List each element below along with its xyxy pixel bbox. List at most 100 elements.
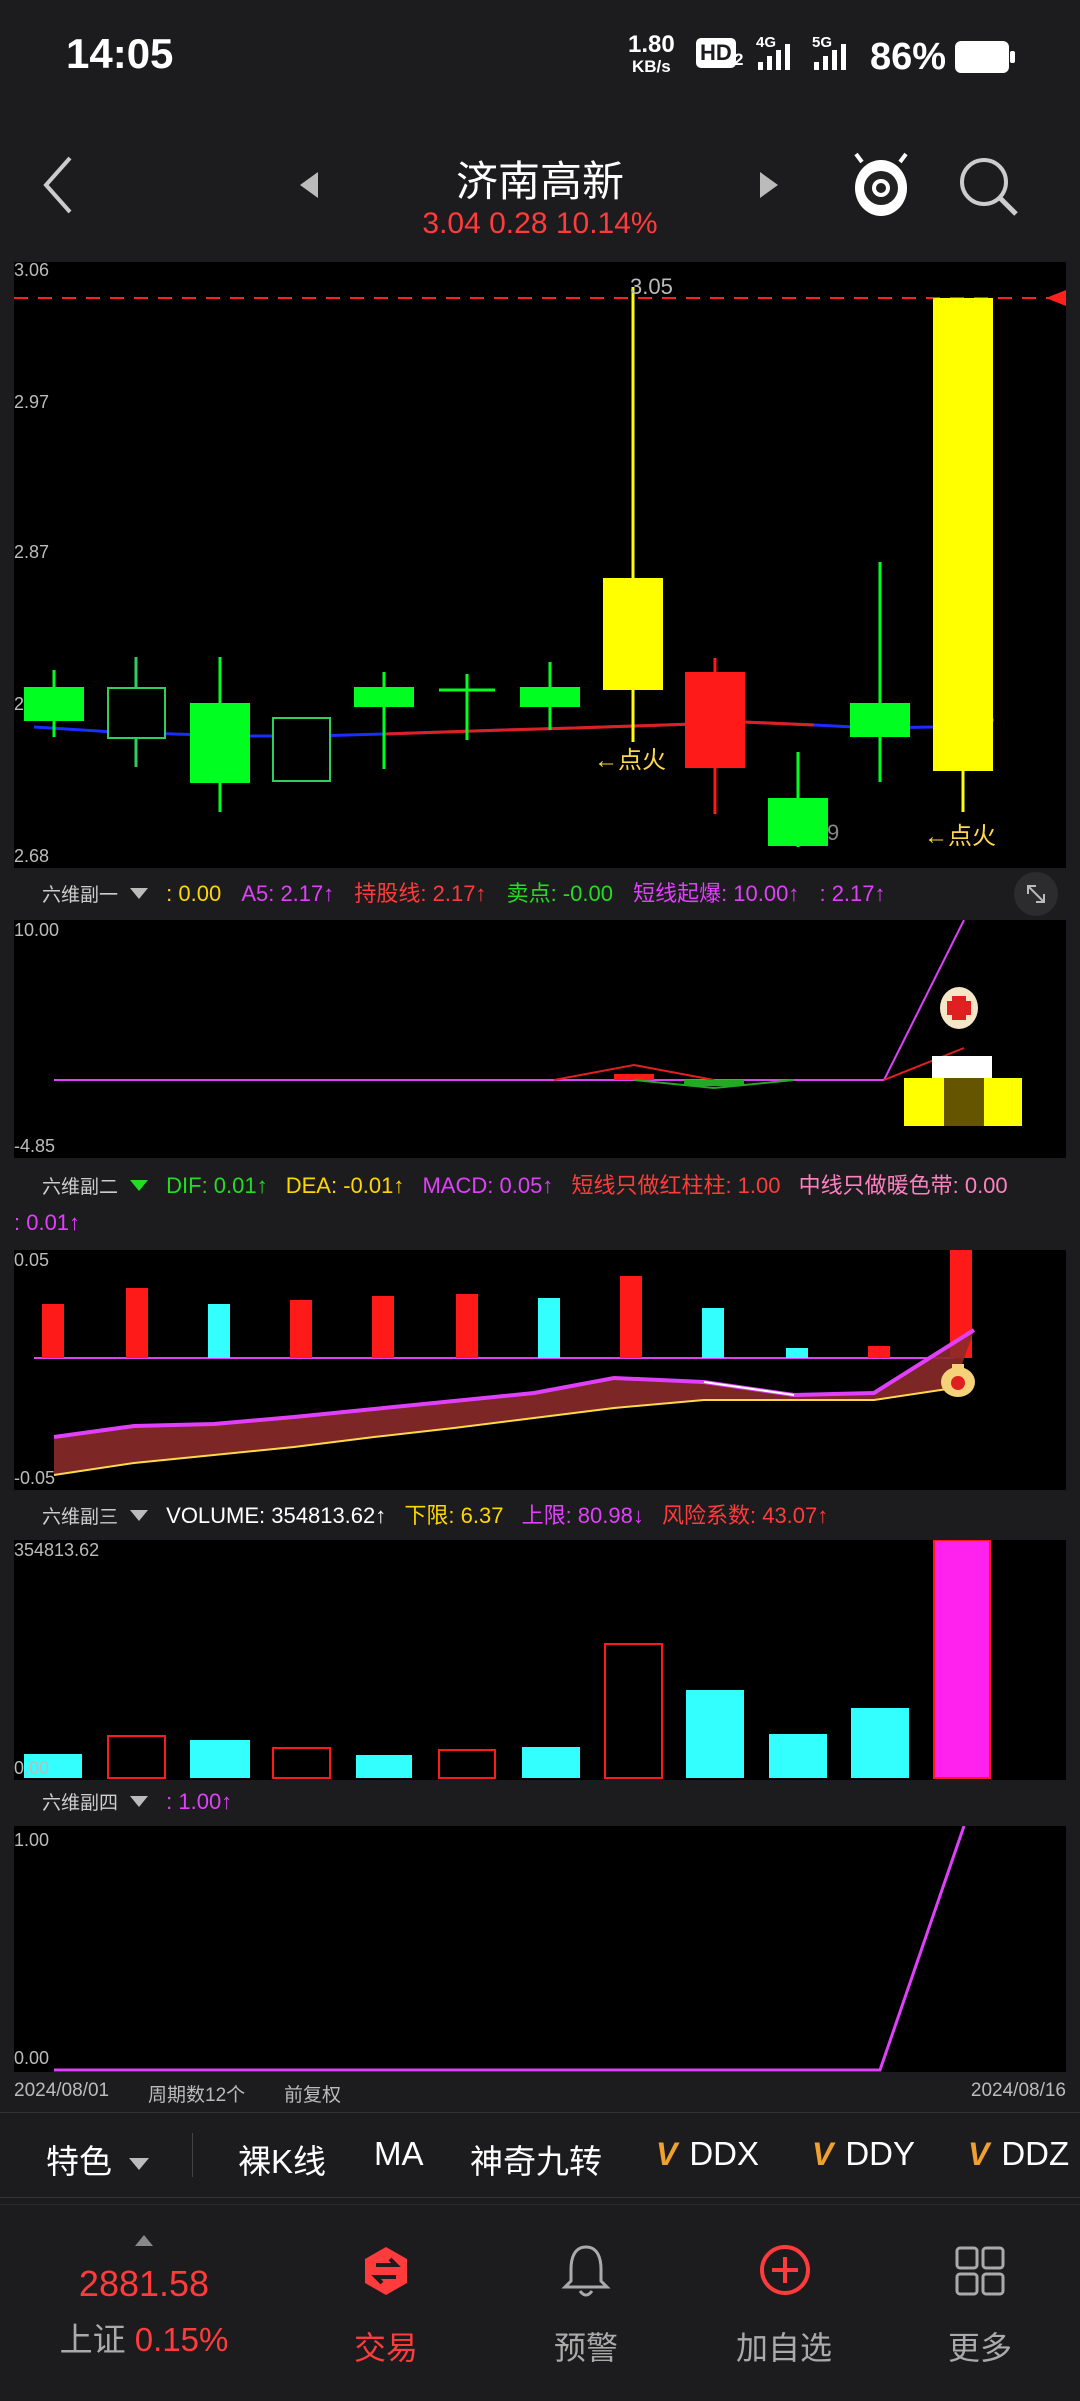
candle-11 — [850, 562, 910, 782]
search-icon[interactable] — [956, 154, 1020, 218]
tab-ddy[interactable]: V DDY — [812, 2135, 915, 2173]
tab-ma[interactable]: MA — [374, 2135, 424, 2173]
ind2-item-1: DEA: -0.01↑ — [285, 1173, 405, 1198]
add-circle-icon — [760, 2245, 810, 2295]
ind1-y-top: 10.00 — [14, 920, 60, 940]
chart-footer: 2024/08/01 周期数12个 前复权 2024/08/16 — [14, 2080, 1066, 2106]
battery-icon — [955, 41, 1015, 73]
date-end: 2024/08/16 — [970, 2080, 1066, 2101]
ind4-y-top: 1.00 — [14, 1830, 50, 1850]
ind3-legend[interactable]: 六维副三 VOLUME: 354813.62↑ 下限: 6.37 上限: 80.… — [0, 1498, 1080, 1538]
ind3-item-1: 下限: 6.37 — [404, 1503, 504, 1528]
ind3-name: 六维副三 — [42, 1507, 119, 1528]
expand-button[interactable] — [1014, 872, 1058, 916]
ind2-panel[interactable]: 0.05 -0.05 — [14, 1250, 1066, 1490]
toolbar-divider — [192, 2133, 193, 2177]
status-time: 14:05 — [66, 30, 174, 77]
net-speed: 1.80 KB/s — [628, 31, 675, 78]
ind1-legend[interactable]: 六维副一 : 0.00 A5: 2.17↑ 持股线: 2.17↑ 卖点: -0.… — [0, 876, 1080, 916]
candle-5 — [354, 672, 414, 769]
ind4-panel[interactable]: 1.00 0.00 — [14, 1825, 1066, 2072]
dropdown-icon[interactable] — [130, 1180, 149, 1191]
candle-8 — [603, 287, 663, 742]
kline-y-label-3: 2.87 — [14, 542, 50, 562]
signal-5g-icon: 5G — [812, 34, 858, 74]
feature-dropdown[interactable]: 特色 — [46, 2135, 150, 2183]
ind3-item-3: 风险系数: 43.07↑ — [661, 1503, 829, 1528]
feature-label: 特色 — [46, 2143, 112, 2180]
ind4-item-0: : 1.00↑ — [166, 1789, 233, 1814]
index-name: 上证 — [59, 2321, 126, 2358]
net-speed-unit: KB/s — [631, 57, 671, 76]
ind1-item-5: : 2.17↑ — [819, 881, 886, 906]
ind1-item-4: 短线起爆: 10.00↑ — [633, 881, 800, 906]
stock-quote: 3.04 0.28 10.14% — [422, 207, 658, 240]
price-marker-icon — [1046, 290, 1066, 306]
dropdown-icon[interactable] — [130, 1510, 149, 1521]
nav-alert-label: 预警 — [553, 2330, 618, 2366]
hd-sub: 2 — [734, 50, 744, 69]
net-speed-value: 1.80 — [628, 31, 675, 58]
ind2-item-0: DIF: 0.01↑ — [166, 1173, 268, 1198]
candle-2 — [107, 657, 166, 767]
candle-7 — [520, 662, 580, 730]
tab-naked-k[interactable]: 裸K线 — [238, 2135, 326, 2183]
ind2-y-top: 0.05 — [14, 1250, 50, 1270]
ind2-item-2: MACD: 0.05↑ — [422, 1173, 554, 1198]
candle-10 — [768, 752, 828, 847]
ind2-item-3: 短线只做红柱柱: 1.00 — [571, 1173, 781, 1198]
volume-svg — [24, 1539, 991, 1779]
battery-percent: 86% — [870, 36, 947, 78]
period-count: 周期数12个 — [148, 2085, 246, 2106]
high-price-label: 3.05 — [630, 274, 673, 299]
ind1-name: 六维副一 — [42, 885, 119, 906]
ind1-item-2: 持股线: 2.17↑ — [354, 881, 487, 906]
ind1-item-3: 卖点: -0.00 — [506, 881, 613, 906]
bell-icon — [561, 2245, 611, 2297]
tab-ddx[interactable]: V DDX — [656, 2135, 759, 2173]
low-price-label: 9 — [827, 820, 840, 845]
ind1-panel[interactable]: 10.00 -4.85 — [14, 919, 1066, 1158]
v-icon: V — [812, 2136, 834, 2172]
signal-4g-icon: 4G — [756, 34, 802, 74]
chevron-up-icon — [135, 2235, 153, 2246]
ind1-y-bottom: -4.85 — [14, 1136, 56, 1156]
candle-4 — [272, 717, 331, 782]
ind2-legend[interactable]: 六维副二 DIF: 0.01↑ DEA: -0.01↑ MACD: 0.05↑ … — [0, 1168, 1080, 1208]
dropdown-icon[interactable] — [130, 1796, 149, 1807]
hd-icon: HD — [696, 38, 736, 68]
ind3-item-2: 上限: 80.98↓ — [521, 1503, 644, 1528]
hd-label: HD — [700, 40, 732, 65]
kline-svg — [14, 287, 1066, 847]
tab-ddz-label: DDZ — [1001, 2135, 1070, 2172]
candle-12 — [933, 298, 993, 812]
tab-ddz[interactable]: V DDZ — [968, 2135, 1069, 2173]
ind2-legend-line2: : 0.01↑ — [14, 1210, 81, 1235]
ind1-svg — [54, 919, 1022, 1126]
medical-badge-icon — [940, 987, 978, 1029]
ind2-name: 六维副二 — [42, 1177, 119, 1198]
ma-line-red — [383, 720, 815, 736]
ind4-svg — [54, 1825, 966, 2072]
bottom-nav: 2881.58 上证 0.15% 交易 预警 加自选 更多 — [0, 2204, 1080, 2401]
ind4-legend[interactable]: 六维副四 : 1.00↑ — [0, 1788, 1080, 1828]
candle-1 — [24, 670, 84, 737]
adjust-mode[interactable]: 前复权 — [284, 2080, 341, 2107]
tab-ddx-label: DDX — [689, 2135, 760, 2172]
tab-ddy-label: DDY — [845, 2135, 916, 2172]
mascot-icon[interactable] — [850, 150, 912, 220]
date-start: 2024/08/01 — [14, 2080, 110, 2101]
kline-panel[interactable]: 3.06 2.97 2.87 2 2.68 3.05 9 ←点火 ←点火 — [14, 260, 1066, 868]
kline-y-label-2: 2.97 — [14, 392, 50, 412]
ind2-item-4: 中线只做暖色带: 0.00 — [798, 1173, 1008, 1198]
candle-9 — [685, 658, 745, 814]
tab-magic-nine[interactable]: 神奇九转 — [470, 2135, 602, 2183]
signal-label-2: ←点火 — [924, 823, 996, 850]
dropdown-icon[interactable] — [130, 888, 149, 899]
volume-panel[interactable]: 354813.62 0.00 — [14, 1539, 1066, 1780]
kline-y-label-1: 3.06 — [14, 260, 50, 280]
ind3-item-0: VOLUME: 354813.62↑ — [166, 1503, 387, 1528]
trade-icon — [365, 2247, 407, 2295]
triangle-right-icon[interactable] — [756, 170, 782, 200]
grid-icon — [955, 2246, 1005, 2296]
